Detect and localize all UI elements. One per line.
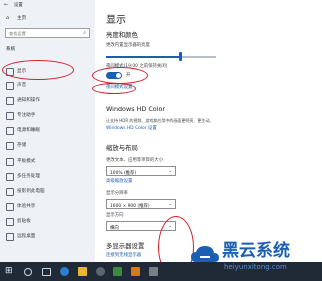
sidebar-item-remote[interactable]: 远程桌面 <box>0 231 95 243</box>
wireless-display-link[interactable]: 连接到无线显示器 <box>106 253 141 258</box>
search-placeholder: 查找设置 <box>9 30 26 36</box>
storage-icon <box>6 142 14 150</box>
page-title: 显示 <box>106 15 126 26</box>
sidebar-section-title: 系统 <box>6 47 16 52</box>
remote-icon <box>6 233 14 241</box>
advanced-scaling-link[interactable]: 高级缩放设置 <box>106 179 132 184</box>
start-windows-icon[interactable]: ⊞ <box>5 267 13 276</box>
hd-color-heading: Windows HD Color <box>106 105 166 113</box>
sidebar-item-sound[interactable]: 声音 <box>0 80 95 92</box>
clipboard-icon <box>6 218 14 226</box>
orientation-label: 显示方向 <box>106 213 124 218</box>
search-icon[interactable] <box>24 268 32 276</box>
sidebar-item-label: 存储 <box>17 143 27 148</box>
display-settings-panel: 显示 亮度和颜色 更改内置显示器的亮度 夜间模式(19:00 之前保持关闭) 开… <box>95 0 322 262</box>
settings-window-title: 设置 <box>14 2 23 8</box>
sidebar-item-label: 体验共享 <box>17 204 36 209</box>
multitask-icon <box>6 173 14 181</box>
multi-display-heading: 多显示器设置 <box>106 242 145 250</box>
task-view-icon[interactable] <box>42 268 51 276</box>
taskbar-app-icon[interactable] <box>149 267 158 276</box>
share-icon <box>6 203 14 211</box>
dropdown-value: 1600 × 900 (推荐) <box>110 203 150 209</box>
sidebar-item-notifications[interactable]: 通知和操作 <box>0 95 95 107</box>
brightness-label: 更改内置显示器的亮度 <box>106 43 150 48</box>
file-explorer-icon[interactable] <box>78 267 87 276</box>
tablet-icon <box>6 158 14 166</box>
watermark-brand: 黑云系统 <box>222 241 290 261</box>
brightness-heading: 亮度和颜色 <box>106 31 138 39</box>
watermark-logo: 黑云系统 heiyunxitong.com <box>188 240 320 280</box>
sidebar-item-clipboard[interactable]: 剪贴板 <box>0 216 95 228</box>
text-size-label: 更改文本、应用等项目的大小 <box>106 158 164 163</box>
taskbar-app-icon[interactable] <box>113 267 122 276</box>
hd-color-settings-link[interactable]: Windows HD Color 设置 <box>106 126 157 131</box>
sidebar-item-label: 远程桌面 <box>17 234 36 239</box>
annotation-circle-night-light-link <box>92 83 136 94</box>
sidebar-item-label: 声音 <box>17 83 27 88</box>
sidebar-item-share[interactable]: 体验共享 <box>0 201 95 213</box>
annotation-circle-display-item <box>2 60 74 80</box>
chevron-down-icon: ⌄ <box>168 168 172 174</box>
notification-icon <box>6 97 14 105</box>
sidebar-item-storage[interactable]: 存储 <box>0 140 95 152</box>
brightness-slider[interactable] <box>106 52 216 62</box>
power-icon <box>6 127 14 135</box>
resolution-label: 显示分辨率 <box>106 191 128 196</box>
settings-gear-icon[interactable] <box>96 267 105 276</box>
dropdown-value: 横向 <box>110 225 119 231</box>
sidebar-home-label: 主页 <box>17 16 27 21</box>
moon-icon <box>6 112 14 120</box>
sidebar-item-home[interactable]: ⌂ 主页 <box>0 14 95 24</box>
speaker-icon <box>6 82 14 90</box>
sidebar-item-focus[interactable]: 专注助手 <box>0 110 95 122</box>
hd-color-description: 让支持 HDR 的视频、游戏和应用中的画面更明亮、更生动。 <box>106 118 214 123</box>
home-icon: ⌂ <box>6 15 10 21</box>
sidebar-item-label: 投影到此电脑 <box>17 189 45 194</box>
search-input[interactable]: 查找设置 ⌕ <box>5 28 90 38</box>
watermark-cloud-icon <box>191 246 219 262</box>
sidebar-item-label: 专注助手 <box>17 113 36 118</box>
sidebar-item-multitask[interactable]: 多任务处理 <box>0 171 95 183</box>
settings-sidebar: ← 设置 ⌂ 主页 查找设置 ⌕ 系统 显示 声音 通知和操作 专注助手 电源和… <box>0 0 95 262</box>
edge-icon[interactable] <box>60 267 69 276</box>
sidebar-item-label: 平板模式 <box>17 159 36 164</box>
sidebar-item-label: 剪贴板 <box>17 219 31 224</box>
scale-layout-heading: 缩放与布局 <box>106 144 138 152</box>
back-arrow-icon[interactable]: ← <box>4 3 8 8</box>
resolution-dropdown[interactable]: 1600 × 900 (推荐) ⌄ <box>106 199 176 209</box>
taskbar-app-icon[interactable] <box>131 267 140 276</box>
sidebar-item-project[interactable]: 投影到此电脑 <box>0 186 95 198</box>
search-icon: ⌕ <box>83 29 86 36</box>
sidebar-item-power[interactable]: 电源和睡眠 <box>0 125 95 137</box>
sidebar-item-label: 电源和睡眠 <box>17 128 40 133</box>
slider-fill <box>106 56 181 58</box>
watermark-url: heiyunxitong.com <box>224 263 287 271</box>
sidebar-item-label: 多任务处理 <box>17 174 40 179</box>
annotation-circle-toggle <box>92 67 148 84</box>
sidebar-item-label: 通知和操作 <box>17 98 40 103</box>
slider-thumb[interactable] <box>179 52 183 61</box>
project-icon <box>6 188 14 196</box>
chevron-down-icon: ⌄ <box>168 201 172 207</box>
sidebar-item-tablet[interactable]: 平板模式 <box>0 156 95 168</box>
dropdown-value: 100% (推荐) <box>110 170 137 176</box>
text-size-dropdown[interactable]: 100% (推荐) ⌄ <box>106 166 176 176</box>
